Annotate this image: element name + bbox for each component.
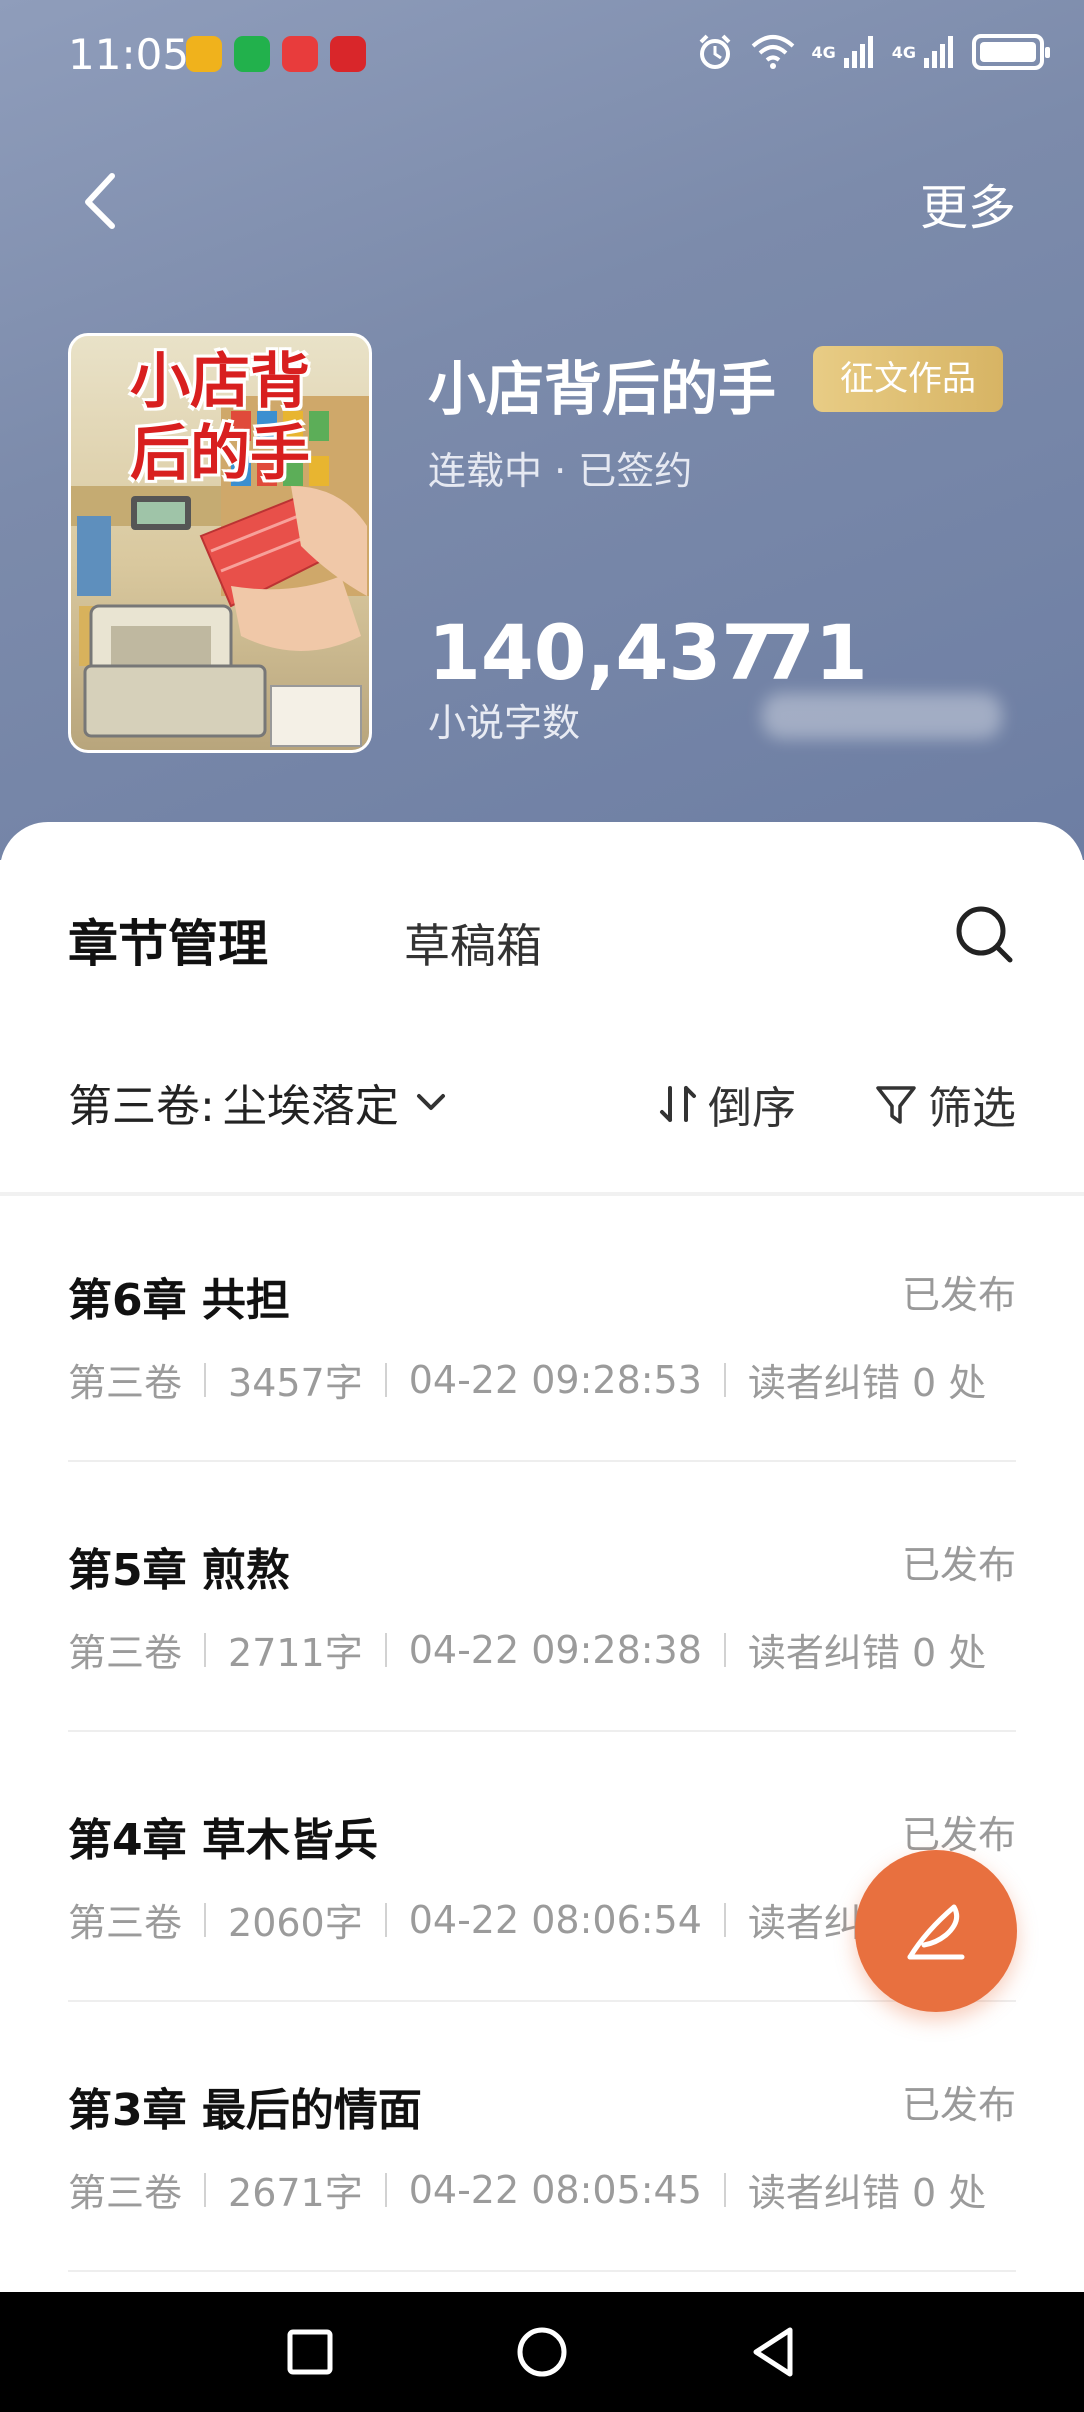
book-header: 11:05 4G 4G 更多 小店背 后的手 小店背后的手 征文作品 连载中 ·… (0, 0, 1084, 860)
chapter-word-count: 2671字 (228, 2171, 363, 2215)
wifi-icon (752, 35, 795, 69)
write-icon (907, 1904, 965, 1960)
filter-label: 筛选 (928, 1083, 1016, 1134)
blurred-stat-label (762, 693, 1002, 739)
chapter-volume: 第三卷 (68, 2171, 183, 2215)
chapter-item[interactable]: 第6章 共担 已发布 第三卷 3457字 04-22 09:28:53 读者纠错… (68, 1264, 1016, 1534)
chapter-volume: 第三卷 (68, 1631, 183, 1675)
tab-drafts[interactable]: 草稿箱 (404, 910, 542, 976)
chapter-volume: 第三卷 (68, 1901, 183, 1945)
write-chapter-button[interactable] (855, 1850, 1017, 2012)
chapter-title: 第6章 共担 (68, 1275, 290, 1326)
chapter-publish-time: 04-22 09:28:53 (408, 1357, 702, 1402)
back-button[interactable] (72, 160, 132, 240)
nav-back-icon[interactable] (736, 2314, 812, 2390)
chapter-errata: 读者纠错 0 处 (747, 2171, 987, 2215)
search-icon (956, 906, 1013, 963)
nav-recents-icon[interactable] (272, 2314, 348, 2390)
chapter-publish-time: 04-22 08:06:54 (408, 1897, 702, 1942)
book-status: 连载中 · 已签约 (428, 449, 693, 493)
cover-title: 小店背 后的手 (130, 347, 310, 489)
chapter-volume: 第三卷 (68, 1361, 183, 1405)
chevron-down-icon (416, 1094, 445, 1110)
chapter-title: 第5章 煎熬 (68, 1545, 290, 1596)
chapter-word-count: 3457字 (228, 1361, 363, 1405)
system-nav-bar (0, 2292, 1084, 2412)
chapter-meta: 第三卷 2060字 04-22 08:06:54 读者纠错 0 处 (68, 1892, 986, 1947)
chapter-errata: 读者纠错 0 处 (747, 1361, 987, 1405)
notification-icons (186, 36, 366, 72)
volume-prefix: 第三卷: (68, 1081, 215, 1132)
sort-icon (660, 1086, 696, 1122)
chapter-divider (68, 1730, 1016, 1732)
signal-icon-2 (924, 36, 953, 68)
contest-tag-badge: 征文作品 (813, 346, 1003, 412)
chapter-item[interactable]: 第5章 煎熬 已发布 第三卷 2711字 04-22 09:28:38 读者纠错… (68, 1534, 1016, 1804)
status-right: 4G 4G (695, 32, 1050, 72)
more-button[interactable]: 更多 (920, 168, 1016, 238)
battery-icon (972, 34, 1050, 70)
book-cover[interactable]: 小店背 后的手 (68, 333, 372, 753)
toolbar-divider (0, 1192, 1084, 1196)
chapter-divider (68, 2000, 1016, 2002)
chapter-publish-time: 04-22 09:28:38 (408, 1627, 702, 1672)
filter-icon (876, 1086, 916, 1124)
chapter-meta: 第三卷 2671字 04-22 08:05:45 读者纠错 0 处 (68, 2162, 986, 2217)
chapter-meta: 第三卷 2711字 04-22 09:28:38 读者纠错 0 处 (68, 1622, 986, 1677)
chapter-word-count: 2060字 (228, 1901, 363, 1945)
app-notification-icon (330, 36, 366, 72)
volume-name: 尘埃落定 (222, 1081, 399, 1132)
network-type-label: 4G (811, 42, 836, 62)
wechat-icon (234, 36, 270, 72)
back-icon (85, 173, 115, 229)
word-count-value: 140,437 (428, 608, 775, 697)
tab-chapter-management[interactable]: 章节管理 (68, 904, 268, 976)
search-button[interactable] (952, 902, 1016, 966)
volume-selector[interactable]: 第三卷: 尘埃落定 (68, 1070, 449, 1134)
shopping-app-icon (282, 36, 318, 72)
chapter-status: 已发布 (901, 1273, 1016, 1317)
word-count-label: 小说字数 (428, 701, 581, 745)
signal-icon (843, 36, 873, 68)
sort-label: 倒序 (708, 1083, 796, 1134)
nav-home-icon[interactable] (504, 2314, 580, 2390)
sort-button[interactable]: 倒序 (656, 1072, 796, 1136)
chapter-meta: 第三卷 3457字 04-22 09:28:53 读者纠错 0 处 (68, 1352, 986, 1407)
chapter-sheet: 章节管理 草稿箱 第三卷: 尘埃落定 倒序 筛选 第6章 共担 已发布 第三卷 (0, 822, 1084, 2292)
chapter-title: 第3章 最后的情面 (68, 2085, 422, 2136)
chapter-divider (68, 2270, 1016, 2272)
chapter-publish-time: 04-22 08:05:45 (408, 2167, 702, 2212)
chapter-status: 已发布 (901, 2083, 1016, 2127)
chapter-errata: 读者纠错 0 处 (747, 1631, 987, 1675)
chapter-status: 已发布 (901, 1543, 1016, 1587)
chapter-divider (68, 1460, 1016, 1462)
second-stat-value: 71 (762, 608, 868, 697)
weibo-icon (186, 36, 222, 72)
alarm-icon (700, 34, 731, 69)
status-time: 11:05 (68, 30, 190, 79)
network-type-label-2: 4G (891, 42, 916, 62)
chapter-title: 第4章 草木皆兵 (68, 1815, 378, 1866)
chapter-word-count: 2711字 (228, 1631, 363, 1675)
book-title: 小店背后的手 (428, 355, 777, 423)
filter-button[interactable]: 筛选 (874, 1072, 1016, 1136)
status-bar: 11:05 4G 4G (0, 0, 1084, 110)
